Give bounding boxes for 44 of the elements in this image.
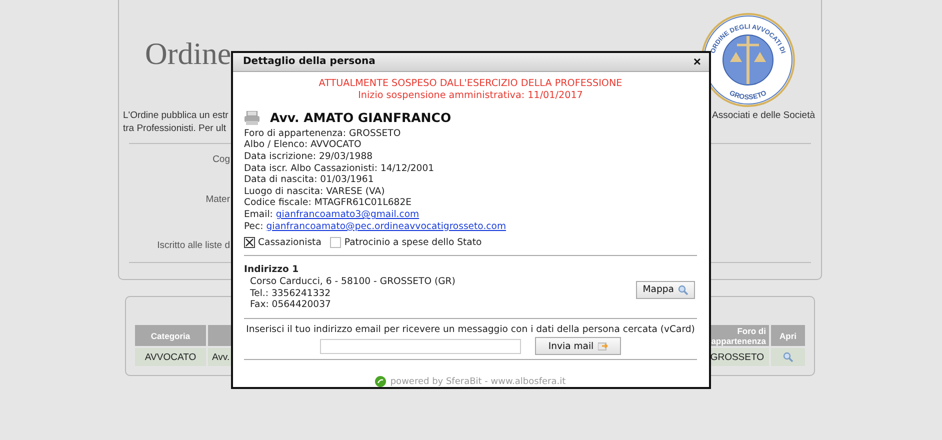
column-header: Apri [771,325,805,346]
checkbox[interactable] [330,237,342,248]
email-link[interactable]: gianfrancoamato3@gmail.com [276,209,420,220]
send-mail-button[interactable]: Invia mail [535,337,621,355]
detail-line: Data di nascita: 01/03/1961 [244,174,375,186]
intro-text: tra Professionisti. Per ult [123,122,227,135]
address-line: Fax: 0564420037 [249,299,332,311]
search-icon [678,284,688,295]
search-icon [783,352,793,362]
detail-line: Codice fiscale: MTAGFR61C01L682E [244,197,413,210]
email-input[interactable] [320,338,522,354]
mail-icon [598,342,608,350]
footer-text: powered by SferaBit - www.albosfera.it [390,376,566,386]
vcard-prompt: Inserisci il tuo indirizzo email per ricevere un messaggio con i dati della persona cercata (vCard) [246,324,695,335]
address-title: Indirizzo 1 [244,264,300,276]
map-button[interactable]: Mappa [636,280,695,299]
field-label: Email: [244,209,273,220]
suspension-notice: ATTUALMENTE SOSPESO DALL'ESERCIZIO DELLA PROFESSIONE [318,78,624,90]
open-button[interactable] [771,348,805,366]
detail-line: Albo / Elenco: AVVOCATO [244,139,362,152]
address-line: Tel.: 3356241332 [249,288,332,300]
printer-icon[interactable] [244,110,260,125]
page-title: Ordine [145,36,232,73]
form-label: Iscritto alle liste d [157,240,230,253]
intro-text: Associati e delle Società [712,109,815,123]
email-link[interactable]: gianfrancoamato@pec.ordineavvocatigrosseto.com [266,220,506,232]
detail-line: Data iscr. Albo Cassazionisti: 14/12/2001 [244,162,436,174]
address-line: Corso Carducci, 6 - 58100 - GROSSETO (GR) [249,276,456,288]
person-name: Avv. AMATO GIANFRANCO [270,110,452,126]
checkbox[interactable] [244,237,255,248]
dialog-title: Dettaglio della persona [243,56,376,68]
form-label: Cog [212,154,230,167]
close-button[interactable]: × [693,54,701,70]
form-label: Mater [206,194,230,207]
detail-line: Data iscrizione: 29/03/1988 [244,151,374,163]
intro-text: L'Ordine pubblica un estr [123,109,228,122]
column-header: Categoria [135,325,206,346]
suspension-notice: Inizio sospensione amministrativa: 11/01/2017 [357,90,584,102]
field-label: Pec: [244,220,264,232]
checkbox-label: Cassazionista [258,237,322,248]
table-cell: AVVOCATO [135,348,206,366]
detail-line: Luogo di nascita: VARESE (VA) [244,186,386,198]
checkbox-label: Patrocinio a spese dello Stato [344,237,482,248]
detail-line: Foro di appartenenza: GROSSETO [244,128,402,140]
